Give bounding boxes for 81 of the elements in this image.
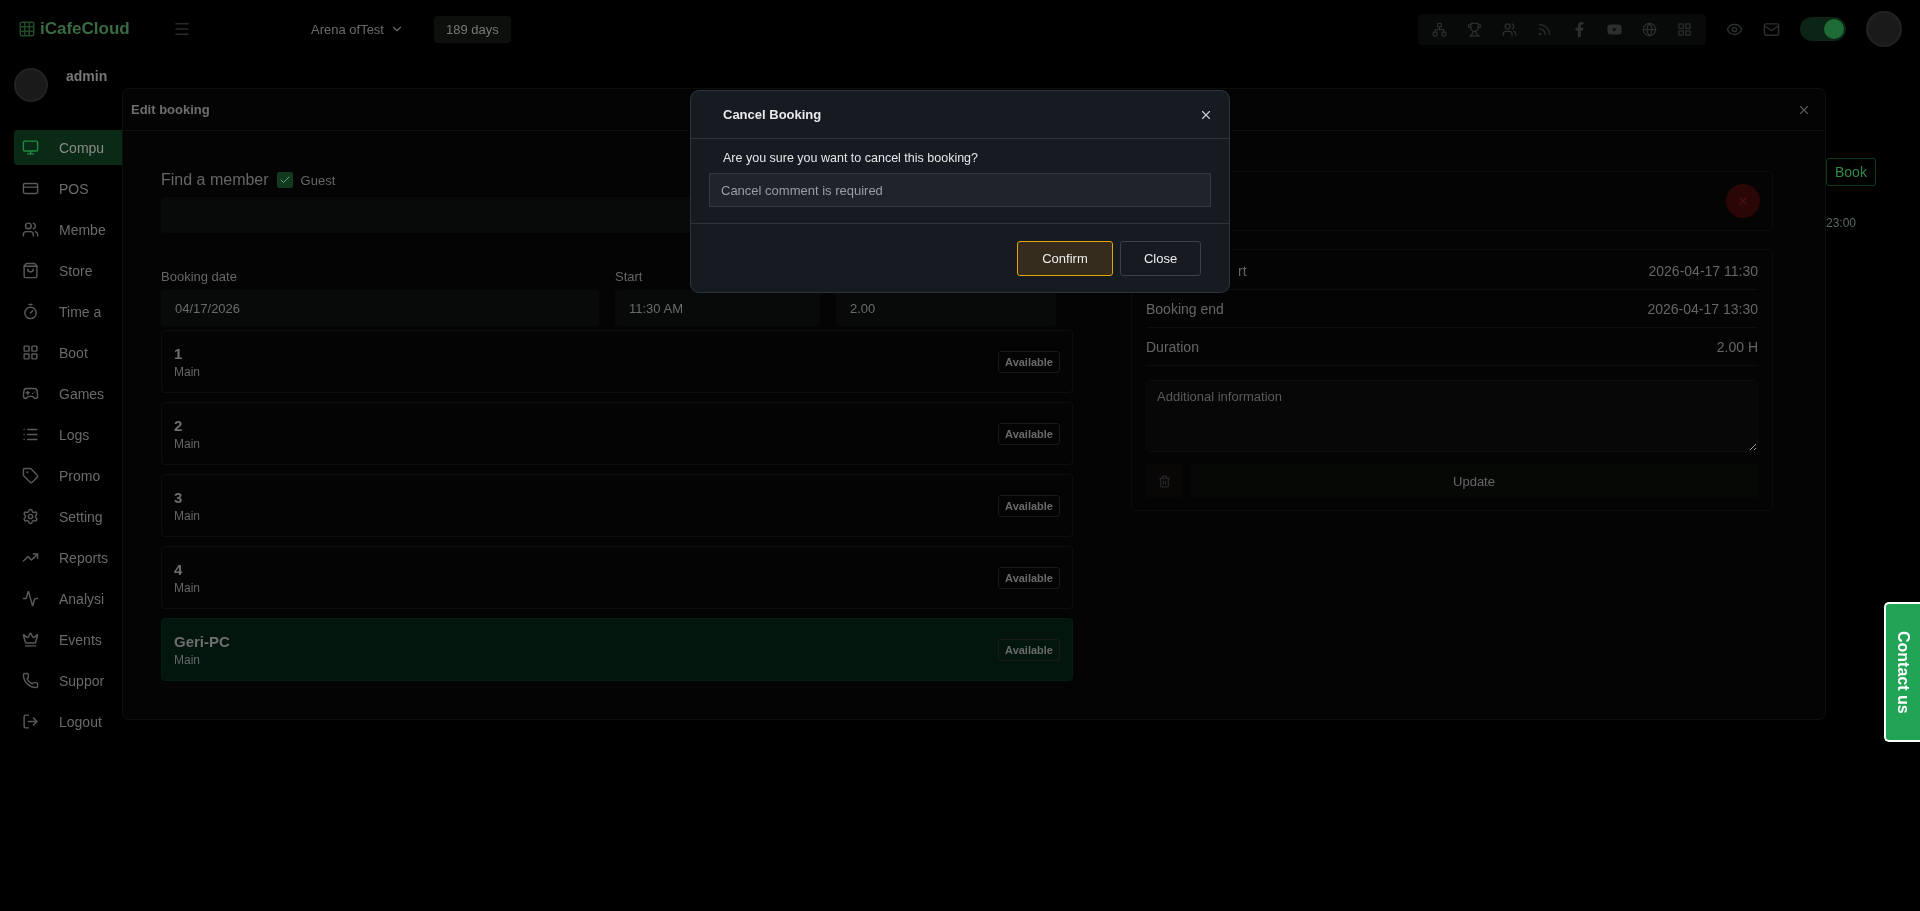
grid-icon — [22, 344, 39, 361]
pc-card[interactable]: 4 Main Available — [161, 546, 1073, 609]
settings-icon — [22, 508, 39, 525]
days-badge: 189 days — [434, 15, 511, 43]
contact-tab[interactable]: Contact us — [1884, 602, 1920, 742]
status-badge: Available — [998, 422, 1060, 445]
remove-button[interactable] — [1726, 184, 1760, 218]
logo-icon — [18, 20, 36, 38]
detail-label: Booking end — [1146, 300, 1224, 317]
date-label: Booking date — [161, 269, 238, 284]
update-button[interactable]: Update — [1190, 464, 1758, 498]
monitor-icon — [22, 139, 39, 156]
guest-checkbox[interactable] — [276, 172, 293, 188]
brand-name: iCafeCloud — [40, 19, 130, 39]
tag-icon — [22, 467, 39, 484]
comment-field[interactable]: Cancel comment is required — [709, 173, 1211, 207]
confirm-button[interactable]: Confirm — [1017, 240, 1113, 276]
grid-icon[interactable] — [1677, 21, 1692, 37]
list-icon — [22, 426, 39, 443]
status-badge: Available — [998, 638, 1060, 661]
sidebar-item[interactable]: Membe — [14, 212, 176, 247]
close-icon — [1736, 194, 1750, 208]
start-label: Start — [615, 269, 644, 284]
mail-icon[interactable] — [1763, 20, 1780, 38]
users-icon[interactable] — [1502, 21, 1517, 37]
pc-group: Main — [174, 580, 200, 595]
dialog-title: Cancel Booking — [723, 107, 822, 122]
status-badge: Available — [998, 566, 1060, 589]
facebook-icon[interactable] — [1572, 21, 1587, 37]
pc-group: Main — [174, 508, 200, 523]
pc-name: 4 — [174, 560, 184, 578]
user-name: admin — [66, 68, 108, 84]
avatar[interactable] — [1866, 11, 1902, 47]
detail-label: rt — [1238, 262, 1247, 279]
cafe-select[interactable]: Arena ofTest — [301, 15, 414, 43]
card-icon — [22, 180, 39, 197]
users-icon — [22, 221, 39, 238]
crown-icon — [22, 631, 39, 648]
trophy-icon[interactable] — [1467, 21, 1482, 37]
detail-value: 2026-04-17 11:30 — [1648, 262, 1758, 279]
activity-icon — [22, 590, 39, 607]
start-field[interactable]: 11:30 AM — [615, 290, 820, 326]
dialog-message: Are you sure you want to cancel this booking? — [722, 151, 979, 165]
sidebar-item[interactable]: Logout — [14, 704, 176, 739]
pc-name: 2 — [174, 416, 184, 434]
timer-icon — [22, 303, 39, 320]
menu-icon[interactable] — [173, 20, 191, 38]
globe-icon[interactable] — [1642, 21, 1657, 37]
info-field[interactable]: Additional information — [1146, 380, 1758, 452]
delete-button[interactable] — [1146, 464, 1182, 498]
pc-card[interactable]: 3 Main Available — [161, 474, 1073, 537]
time-label: 23:00 — [1826, 216, 1857, 230]
detail-value: 2.00 H — [1716, 338, 1758, 355]
network-icon[interactable] — [1432, 21, 1447, 37]
pc-group: Main — [174, 436, 200, 451]
pc-card[interactable]: Geri-PC Main Available — [161, 618, 1073, 681]
rss-icon[interactable] — [1537, 21, 1552, 37]
pc-card[interactable]: 2 Main Available — [161, 402, 1073, 465]
check-icon — [278, 174, 291, 186]
bag-icon — [22, 262, 39, 279]
member-label: Find a member — [161, 171, 269, 189]
toggle-switch[interactable] — [1800, 17, 1846, 41]
gamepad-icon — [22, 385, 39, 402]
pc-card[interactable]: 1 Main Available — [161, 330, 1073, 393]
close-dialog-button[interactable]: Close — [1120, 240, 1201, 276]
detail-label: Duration — [1146, 338, 1199, 355]
dialog-title: Edit booking — [131, 102, 210, 117]
phone-icon — [22, 672, 39, 689]
pc-name: Geri-PC — [174, 632, 230, 650]
status-badge: Available — [998, 494, 1060, 517]
pc-name: 3 — [174, 488, 184, 506]
date-field[interactable]: 04/17/2026 — [161, 290, 599, 326]
user-avatar — [14, 68, 48, 102]
pc-group: Main — [174, 652, 230, 667]
status-badge: Available — [998, 350, 1060, 373]
guest-label: Guest — [300, 172, 336, 188]
logout-icon — [22, 713, 39, 730]
detail-value: 2026-04-17 13:30 — [1647, 300, 1758, 317]
pc-name: 1 — [174, 344, 184, 362]
trash-icon — [1157, 474, 1171, 488]
pc-group: Main — [174, 364, 200, 379]
